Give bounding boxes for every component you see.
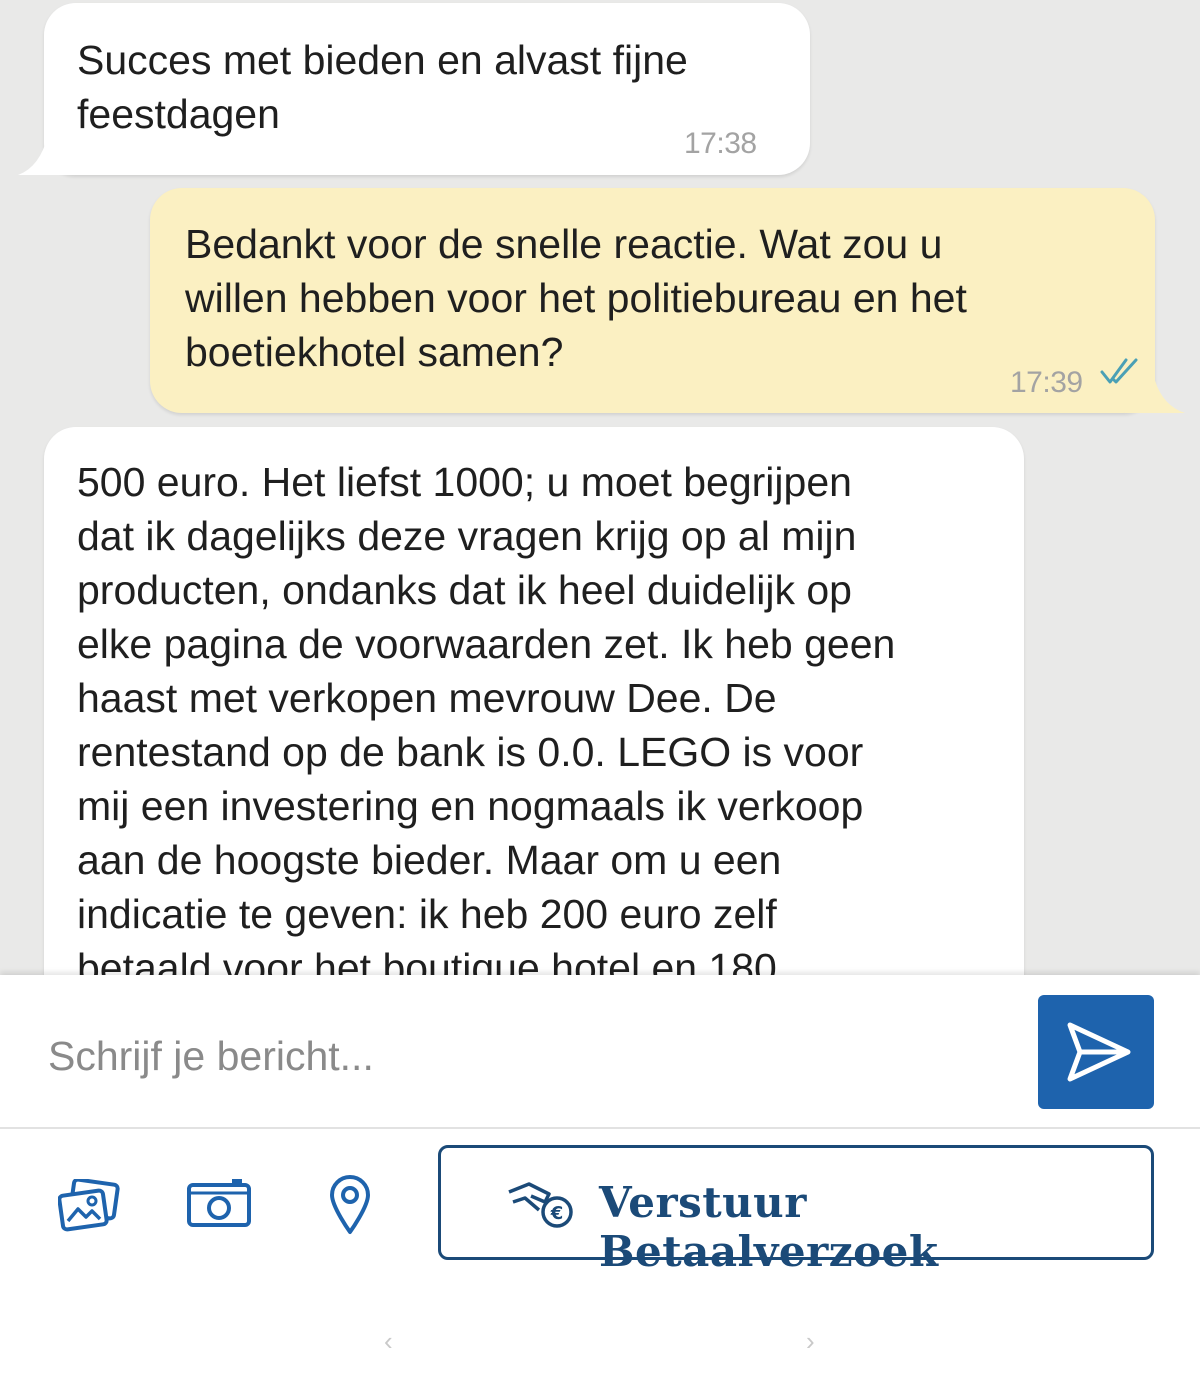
payment-request-button[interactable]: € Verstuur Betaalverzoek xyxy=(438,1145,1154,1276)
message-text: 500 euro. Het liefst 1000; u moet begrij… xyxy=(77,459,896,975)
hand-euro-icon: € xyxy=(508,1182,573,1228)
bubble-tail xyxy=(18,135,78,175)
gallery-icon[interactable] xyxy=(58,1179,120,1233)
nav-forward-icon[interactable]: › xyxy=(806,1326,815,1357)
message-text: Bedankt voor de snelle reactie. Wat zou … xyxy=(185,221,967,375)
send-icon xyxy=(1067,1022,1131,1082)
message-time: 17:38 xyxy=(684,127,757,160)
message-bubble-incoming[interactable]: 500 euro. Het liefst 1000; u moet begrij… xyxy=(44,427,1024,975)
svg-text:€: € xyxy=(550,1203,564,1224)
attachment-toolbar: € Verstuur Betaalverzoek xyxy=(0,1129,1200,1276)
location-pin-icon[interactable] xyxy=(328,1173,372,1235)
payment-request-label: Verstuur Betaalverzoek xyxy=(599,1178,939,1276)
camera-icon[interactable] xyxy=(186,1177,252,1229)
chat-area: Succes met bieden en alvast fijne feestd… xyxy=(0,0,1200,975)
message-bubble-incoming[interactable]: Succes met bieden en alvast fijne feestd… xyxy=(18,3,810,175)
message-input[interactable]: Schrijf je bericht... xyxy=(48,1033,374,1080)
send-button[interactable] xyxy=(1038,995,1154,1109)
message-bubble-outgoing[interactable]: Bedankt voor de snelle reactie. Wat zou … xyxy=(150,188,1185,413)
message-composer: Schrijf je bericht... xyxy=(0,975,1200,1129)
nav-back-icon[interactable]: ‹ xyxy=(384,1326,393,1357)
message-time: 17:39 xyxy=(1010,366,1083,399)
double-check-icon xyxy=(1100,358,1138,384)
